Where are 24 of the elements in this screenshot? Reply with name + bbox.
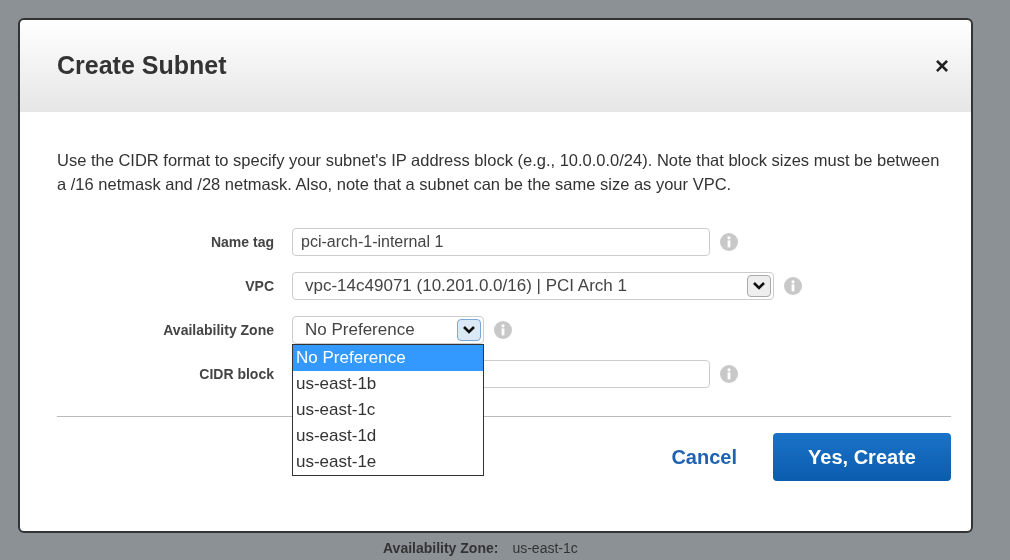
detail-value: us-east-1c bbox=[512, 539, 578, 558]
description-text: Use the CIDR format to specify your subnet's IP address block (e.g., 10.0.0.0/24). Note that block sizes must be between a /16 netmask and /28 netmask. Also, note that a subnet can be the same size as your VPC. bbox=[57, 150, 941, 195]
text-field[interactable]: pci-arch-1-internal 1 bbox=[292, 228, 710, 256]
close-button[interactable]: × bbox=[935, 54, 949, 78]
caret-icon bbox=[463, 325, 475, 335]
dropdown-option[interactable]: us-east-1d bbox=[293, 423, 483, 449]
cancel-link[interactable]: Cancel bbox=[671, 442, 737, 472]
field-label: Availability Zone bbox=[162, 320, 275, 340]
field-label: CIDR block bbox=[198, 364, 275, 384]
dropdown-option[interactable]: us-east-1e bbox=[293, 449, 483, 475]
create-button[interactable]: Yes, Create bbox=[773, 433, 951, 481]
dialog-title: Create Subnet bbox=[57, 50, 227, 82]
field-label: VPC bbox=[244, 276, 275, 296]
info-icon bbox=[720, 233, 738, 251]
dropdown-option[interactable]: us-east-1b bbox=[293, 371, 483, 397]
dropdown-option[interactable]: us-east-1c bbox=[293, 397, 483, 423]
select-field[interactable]: No Preference bbox=[292, 316, 484, 344]
info-icon bbox=[720, 365, 738, 383]
info-icon bbox=[494, 321, 512, 339]
info-icon bbox=[784, 277, 802, 295]
field-label: Name tag bbox=[209, 232, 275, 252]
select-field[interactable]: vpc-14c49071 (10.201.0.0/16) | PCI Arch 1 bbox=[292, 272, 774, 300]
caret-icon bbox=[753, 281, 765, 291]
detail-label: Availability Zone: bbox=[383, 539, 499, 558]
